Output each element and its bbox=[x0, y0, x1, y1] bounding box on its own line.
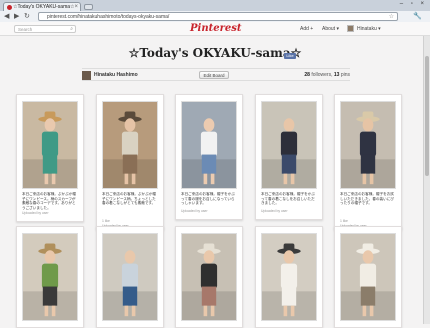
pin-card[interactable] bbox=[16, 226, 84, 328]
wrench-menu-icon[interactable]: 🔧 bbox=[413, 12, 422, 20]
edit-board-button[interactable]: Edit Board bbox=[199, 71, 229, 79]
user-avatar[interactable] bbox=[347, 25, 354, 32]
pin-description: 本日ご来店のお客様。ぷかぷか帽子にワンピース柄。ちょっとした春の着こなしがとても… bbox=[102, 192, 156, 206]
pin-photo[interactable] bbox=[22, 101, 78, 189]
followers-label: followers, bbox=[311, 72, 333, 78]
address-bar[interactable]: pinterest.com/hinatakuhashimoto/todays-o… bbox=[38, 12, 398, 21]
board-stats: 28 followers, 13 pins bbox=[304, 72, 350, 78]
new-tab-button[interactable] bbox=[84, 4, 93, 10]
pin-card[interactable] bbox=[96, 226, 164, 328]
site-header: Search ⌕ Pinterest Add + About ▾ Hinatak… bbox=[0, 22, 430, 36]
search-icon[interactable]: ⌕ bbox=[70, 26, 73, 33]
pin-card[interactable] bbox=[175, 226, 243, 328]
pin-meta: Uploaded by user bbox=[261, 209, 288, 213]
pin-photo[interactable] bbox=[102, 233, 158, 321]
window-controls[interactable]: – ▫ × bbox=[400, 1, 427, 7]
search-input[interactable]: Search ⌕ bbox=[14, 25, 76, 33]
pin-meta: 1 like bbox=[102, 219, 110, 223]
pin-meta: 1 like bbox=[340, 219, 348, 223]
url-text: pinterest.com/hinatakuhashimoto/todays-o… bbox=[47, 14, 170, 20]
pin-card[interactable] bbox=[255, 226, 323, 328]
pin-card[interactable] bbox=[334, 226, 402, 328]
pin-photo[interactable] bbox=[22, 233, 78, 321]
pin-meta: Uploaded by user bbox=[181, 209, 208, 213]
pin-photo[interactable] bbox=[181, 101, 237, 189]
owner-name[interactable]: Hinataku Hashimo bbox=[94, 72, 138, 78]
navigation-bar: ◀ ▶ ↻ pinterest.com/hinatakuhashimoto/to… bbox=[0, 11, 430, 22]
pinterest-favicon-icon bbox=[7, 5, 12, 10]
user-menu[interactable]: Hinataku ▾ bbox=[357, 26, 381, 32]
pin-photo[interactable] bbox=[261, 233, 317, 321]
add-menu[interactable]: Add + bbox=[300, 26, 313, 32]
search-placeholder: Search bbox=[18, 27, 33, 32]
pin-card[interactable]: 本日ご来店のお客様。帽子をお試しいただきました。春の装いにぴったりの帽子です。 1… bbox=[334, 94, 402, 230]
pin-card[interactable]: 本日ご来店のお客様。帽子をかぶって春の着こなしをお召しいただきました。 Uploa… bbox=[255, 94, 323, 220]
forward-button[interactable]: ▶ bbox=[14, 12, 19, 21]
board-owner-bar: Hinataku Hashimo Edit Board 28 followers… bbox=[82, 68, 350, 81]
pins-count: 13 bbox=[333, 72, 340, 78]
pin-photo[interactable] bbox=[340, 233, 396, 321]
owner-avatar[interactable] bbox=[82, 71, 91, 80]
followers-count[interactable]: 28 bbox=[304, 72, 310, 78]
pin-meta: Uploaded by user bbox=[22, 211, 49, 215]
reload-button[interactable]: ↻ bbox=[24, 12, 30, 21]
scrollbar[interactable] bbox=[423, 36, 430, 324]
pin-photo[interactable] bbox=[261, 101, 317, 189]
pin-card[interactable]: 本日ご来店のお客様。ぷかぷか帽子にワンピース柄。ちょっとした春の着こなしがとても… bbox=[96, 94, 164, 230]
bookmark-star-icon[interactable]: ☆ bbox=[389, 13, 394, 20]
pinterest-logo[interactable]: Pinterest bbox=[190, 23, 241, 34]
pin-photo[interactable] bbox=[181, 233, 237, 321]
scrollbar-thumb[interactable] bbox=[425, 56, 429, 176]
pin-card[interactable]: 本日ご来店のお客様。帽子をかぶって春の服をお召しになっていらっしゃいます。 Upl… bbox=[175, 94, 243, 220]
pin-photo[interactable] bbox=[340, 101, 396, 189]
about-menu[interactable]: About ▾ bbox=[322, 26, 339, 32]
pins-label: pins bbox=[340, 72, 350, 78]
browser-chrome: ☆Today's OKYAKU-sama☆ × – ▫ × ◀ ▶ ↻ pint… bbox=[0, 0, 430, 22]
tab-title: ☆Today's OKYAKU-sama☆ bbox=[13, 4, 75, 10]
back-button[interactable]: ◀ bbox=[4, 12, 9, 21]
pin-photo[interactable] bbox=[102, 101, 158, 189]
pin-card[interactable]: 本日ご来店のお客様。ぷかぷか帽子にワンピース。柄のスカーフが素敵な春のコーデです… bbox=[16, 94, 84, 222]
pin-description: 本日ご来店のお客様。帽子をお試しいただきました。春の装いにぴったりの帽子です。 bbox=[340, 192, 394, 206]
like-button[interactable]: Like bbox=[284, 53, 296, 59]
board-title: ☆Today's OKYAKU-sama☆ bbox=[128, 46, 302, 60]
